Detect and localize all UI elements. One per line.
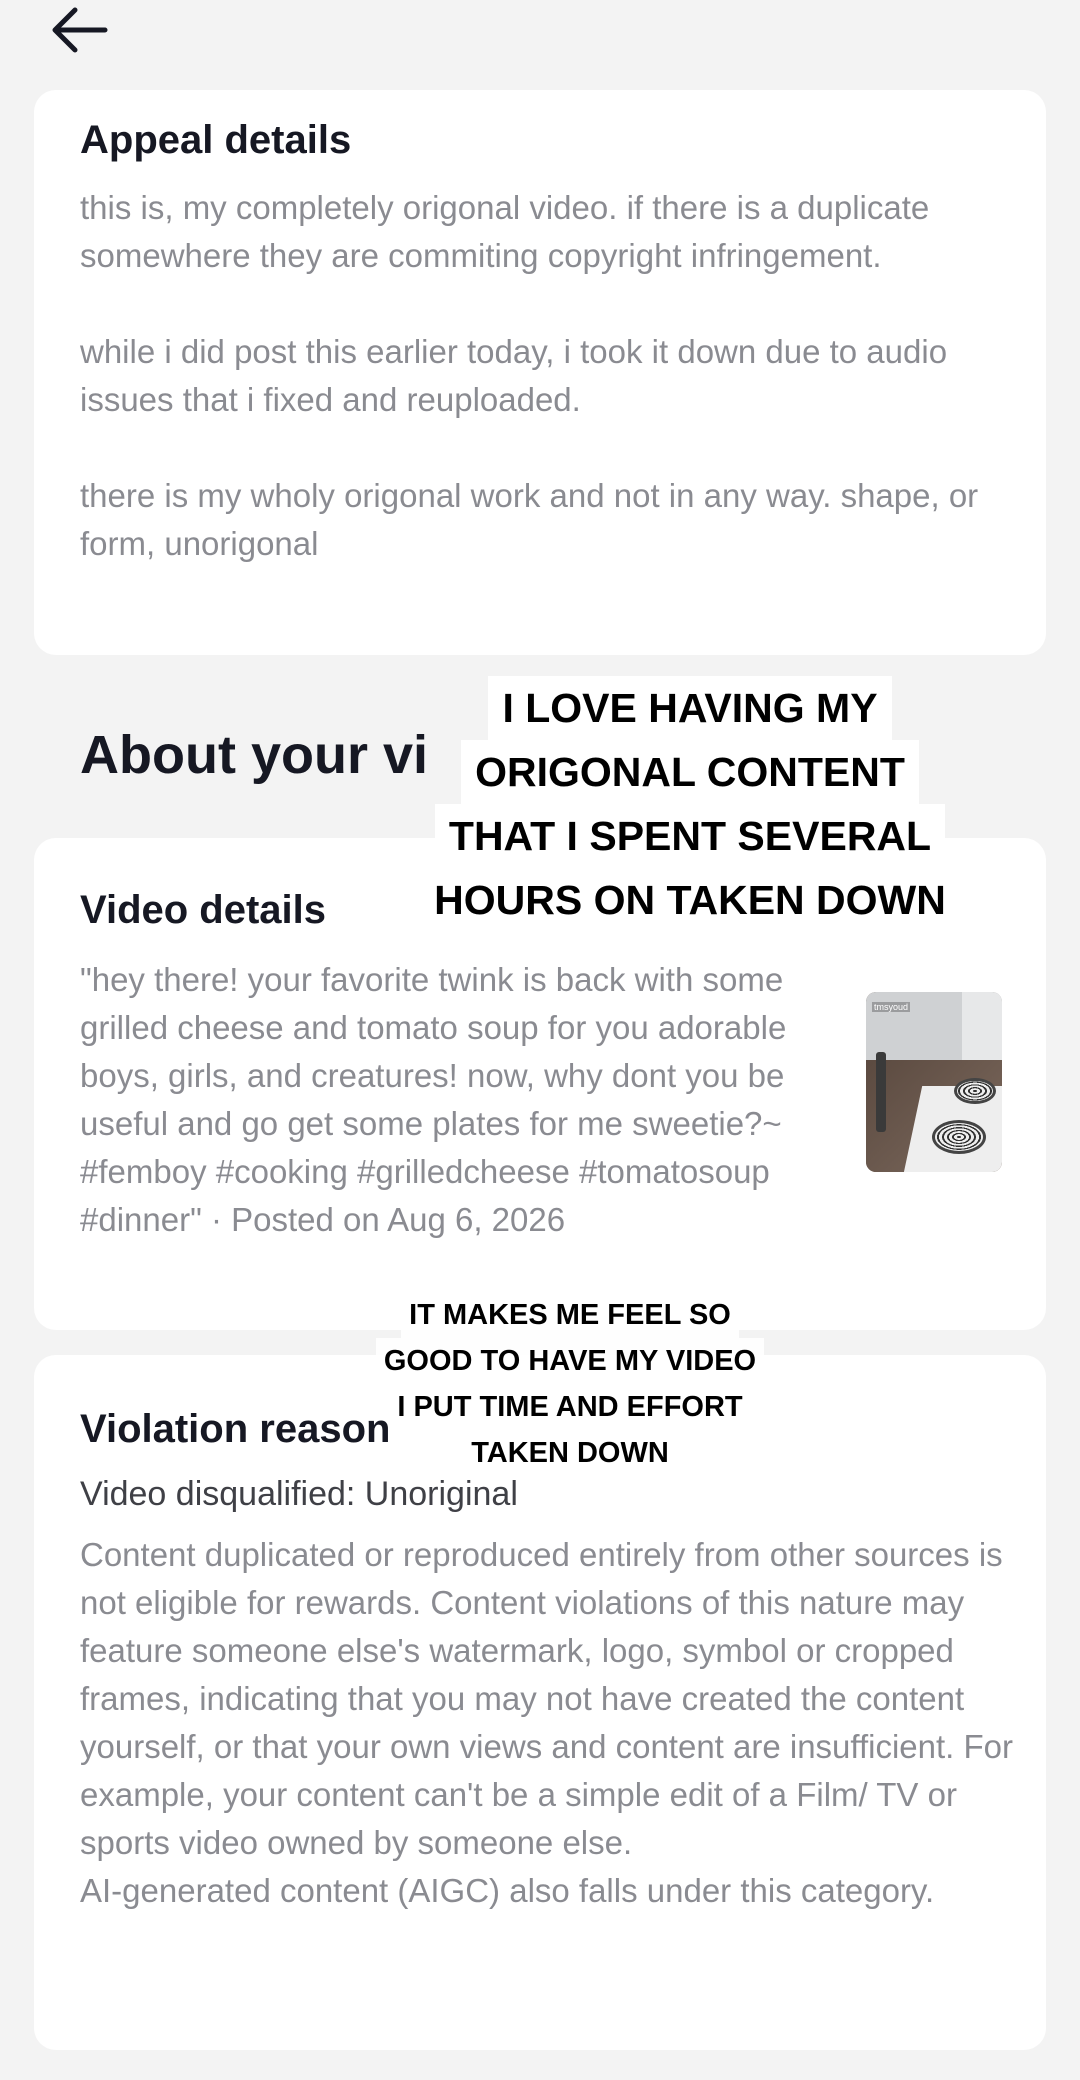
- caption-line: THAT I SPENT SEVERAL: [434, 804, 946, 868]
- overlay-caption-middle: IT MAKES ME FEEL SO GOOD TO HAVE MY VIDE…: [350, 1292, 790, 1476]
- appeal-details-card: Appeal details this is, my completely or…: [34, 90, 1046, 655]
- violation-reason-text: Content duplicated or reproduced entirel…: [80, 1536, 1014, 1909]
- appeal-details-title: Appeal details: [80, 118, 352, 162]
- appeal-details-text: this is, my completely origonal video. i…: [80, 189, 979, 562]
- arrow-left-icon: [52, 7, 108, 53]
- overlay-caption-top: I LOVE HAVING MY ORIGONAL CONTENT THAT I…: [400, 676, 980, 932]
- video-thumbnail[interactable]: tmsyoud: [866, 992, 1002, 1172]
- caption-line: I PUT TIME AND EFFORT: [389, 1384, 751, 1430]
- video-details-title: Video details: [80, 888, 327, 932]
- caption-line: ORIGONAL CONTENT: [461, 740, 919, 804]
- violation-reason-title: Violation reason: [80, 1407, 391, 1451]
- caption-line: HOURS ON TAKEN DOWN: [420, 868, 960, 932]
- caption-line: GOOD TO HAVE MY VIDEO: [375, 1338, 765, 1384]
- caption-line: IT MAKES ME FEEL SO: [401, 1292, 739, 1338]
- caption-line: I LOVE HAVING MY: [488, 676, 892, 740]
- about-video-heading: About your vi: [80, 725, 428, 785]
- back-button[interactable]: [44, 0, 114, 60]
- thumbnail-label: tmsyoud: [872, 1002, 911, 1012]
- caption-line: TAKEN DOWN: [463, 1430, 677, 1476]
- video-description: "hey there! your favorite twink is back …: [80, 961, 796, 1238]
- violation-reason-summary: Video disqualified: Unoriginal: [80, 1475, 518, 1513]
